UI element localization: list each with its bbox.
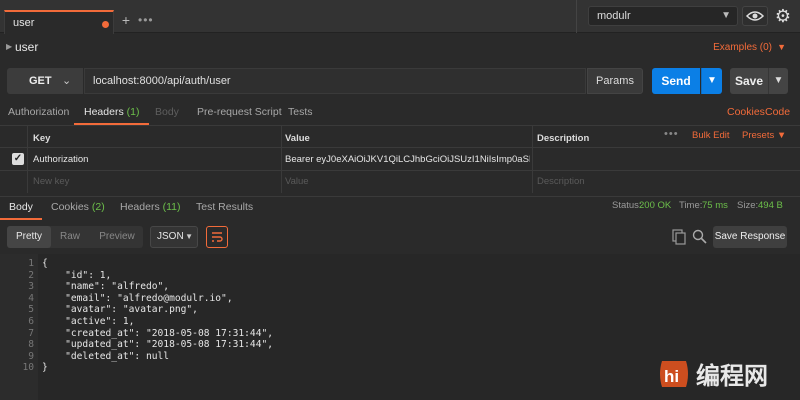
tab-tests[interactable]: Tests bbox=[288, 103, 313, 125]
caret-right-icon[interactable]: ▶ bbox=[6, 42, 12, 51]
code-line: "email": "alfredo@modulr.io", bbox=[42, 292, 233, 304]
code-line: "avatar": "avatar.png", bbox=[42, 304, 198, 316]
save-button[interactable]: Save bbox=[730, 68, 768, 94]
line-number: 7 bbox=[28, 327, 34, 339]
code-line: "updated_at": "2018-05-08 17:31:44", bbox=[42, 339, 274, 351]
chevron-down-icon: ▼ bbox=[185, 232, 193, 241]
tab-response-cookies[interactable]: Cookies (2) bbox=[51, 198, 105, 220]
cookies-link[interactable]: Cookies bbox=[727, 106, 765, 118]
line-number: 1 bbox=[28, 258, 34, 269]
examples-link[interactable]: Examples (0) bbox=[713, 42, 772, 53]
code-line: "id": 1, bbox=[42, 269, 112, 281]
watermark-text: 编程网 bbox=[696, 362, 768, 390]
tab-response-body[interactable]: Body bbox=[0, 198, 42, 220]
tab-user[interactable]: user bbox=[4, 10, 114, 34]
line-number: 5 bbox=[28, 304, 34, 316]
more-options-icon[interactable]: ••• bbox=[664, 128, 679, 140]
save-response-button[interactable]: Save Response bbox=[713, 226, 787, 248]
chevron-down-icon: ⌄ bbox=[62, 75, 72, 87]
status-value: 200 OK bbox=[639, 200, 672, 211]
header-key-cell[interactable]: Authorization bbox=[33, 154, 88, 165]
language-label: JSON bbox=[157, 231, 184, 242]
environment-label: modulr bbox=[597, 10, 631, 22]
chevron-down-icon[interactable]: ▼ bbox=[777, 42, 786, 52]
eye-icon[interactable] bbox=[742, 6, 768, 26]
new-description-input[interactable]: Description bbox=[537, 176, 585, 187]
gear-icon[interactable]: ⚙ bbox=[771, 5, 795, 27]
header-enabled-checkbox[interactable]: ✓ bbox=[12, 153, 24, 165]
new-key-input[interactable]: New key bbox=[33, 176, 69, 187]
column-header-description: Description bbox=[537, 133, 590, 144]
save-options-chevron-icon[interactable]: ▼ bbox=[768, 68, 788, 94]
tab-more-icon[interactable]: ••• bbox=[138, 13, 154, 27]
presets-link[interactable]: Presets ▼ bbox=[742, 130, 786, 141]
time-value: 75 ms bbox=[702, 200, 728, 211]
language-select[interactable]: JSON ▼ bbox=[150, 226, 198, 248]
new-tab-button[interactable]: + bbox=[118, 13, 134, 29]
divider bbox=[576, 0, 577, 33]
headers-table: Key Value Description Authorization Bear… bbox=[0, 125, 800, 193]
tab-label: user bbox=[13, 17, 35, 29]
code-line: { bbox=[42, 258, 48, 269]
url-input[interactable]: localhost:8000/api/auth/user bbox=[84, 68, 586, 94]
tab-pre-request-script[interactable]: Pre-request Script bbox=[197, 103, 282, 125]
header-value-cell[interactable]: Bearer eyJ0eXAiOiJKV1QiLCJhbGciOiJSUzI1N… bbox=[285, 154, 530, 165]
watermark-logo: hi 编程网 bbox=[656, 355, 796, 393]
size-value: 494 B bbox=[758, 200, 783, 211]
line-number: 9 bbox=[28, 350, 34, 362]
code-line: "created_at": "2018-05-08 17:31:44", bbox=[42, 327, 274, 339]
chevron-down-icon: ▼ bbox=[721, 10, 731, 21]
line-gutter: 1 2 3 4 5 6 7 8 9 10 bbox=[0, 254, 38, 400]
tab-headers[interactable]: Headers (1) bbox=[74, 103, 150, 125]
pretty-button[interactable]: Pretty bbox=[7, 226, 51, 248]
line-number: 6 bbox=[28, 316, 34, 327]
new-value-input[interactable]: Value bbox=[285, 176, 309, 187]
params-button[interactable]: Params bbox=[587, 68, 643, 94]
send-options-chevron-icon[interactable]: ▼ bbox=[701, 68, 722, 94]
column-header-key: Key bbox=[33, 133, 51, 144]
search-icon[interactable] bbox=[692, 229, 707, 244]
line-number: 10 bbox=[22, 362, 34, 374]
code-line: "deleted_at": null bbox=[42, 350, 170, 362]
unsaved-dot-icon bbox=[102, 21, 109, 28]
tab-response-headers[interactable]: Headers (11) bbox=[120, 198, 181, 220]
method-label: GET bbox=[29, 75, 52, 87]
code-line: "name": "alfredo", bbox=[42, 281, 170, 293]
send-button[interactable]: Send bbox=[652, 68, 700, 94]
request-name: user bbox=[15, 40, 39, 54]
tab-bar: user + ••• modulr ▼ ⚙ bbox=[0, 0, 800, 34]
preview-button[interactable]: Preview bbox=[95, 226, 139, 248]
size-label: Size: bbox=[737, 200, 759, 211]
tab-test-results[interactable]: Test Results bbox=[196, 198, 253, 220]
line-number: 2 bbox=[28, 269, 34, 281]
line-number: 8 bbox=[28, 339, 34, 351]
code-line: "active": 1, bbox=[42, 316, 135, 327]
svg-text:hi: hi bbox=[664, 367, 679, 386]
bulk-edit-link[interactable]: Bulk Edit bbox=[692, 130, 730, 141]
time-label: Time: bbox=[679, 200, 703, 211]
tab-body[interactable]: Body bbox=[155, 103, 179, 125]
code-line: } bbox=[42, 362, 48, 374]
wrap-lines-icon[interactable] bbox=[206, 226, 228, 248]
method-select[interactable]: GET ⌄ bbox=[7, 68, 83, 94]
status-label: Status: bbox=[612, 200, 642, 211]
request-tabs: Authorization Headers (1) Body Pre-reque… bbox=[0, 103, 800, 125]
line-number: 3 bbox=[28, 281, 34, 293]
line-number: 4 bbox=[28, 292, 34, 304]
tab-authorization[interactable]: Authorization bbox=[8, 103, 69, 125]
code-link[interactable]: Code bbox=[765, 106, 790, 118]
environment-select[interactable]: modulr ▼ bbox=[588, 6, 738, 26]
copy-icon[interactable] bbox=[672, 229, 686, 245]
format-toggle: Pretty Raw Preview bbox=[7, 226, 143, 248]
column-header-value: Value bbox=[285, 133, 310, 144]
raw-button[interactable]: Raw bbox=[55, 226, 85, 248]
